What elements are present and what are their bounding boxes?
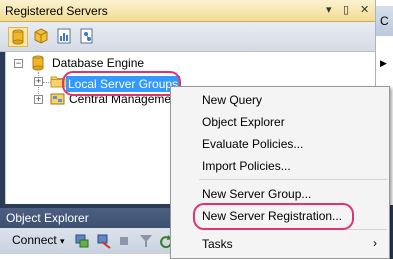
menu-item-object-explorer[interactable]: Object Explorer (202, 115, 285, 129)
local-server-groups-highlight (62, 71, 181, 96)
object-explorer-title: Object Explorer (6, 211, 89, 225)
cube-icon (34, 28, 48, 44)
report-icon (57, 28, 71, 44)
right-pane-arrow-icon[interactable]: ▶ (380, 58, 387, 69)
analysis-services-button[interactable] (32, 27, 52, 47)
menu-item-evaluate-policies[interactable]: Evaluate Policies... (202, 137, 303, 151)
menu-item-import-policies[interactable]: Import Policies... (202, 159, 291, 173)
connect-button[interactable]: Connect ▾ (12, 233, 65, 247)
object-explorer-titlebar: Object Explorer (0, 208, 195, 228)
menu-item-new-server-group[interactable]: New Server Group... (202, 187, 311, 201)
right-pane-label: C (380, 14, 389, 28)
chevron-down-icon: ▾ (60, 236, 65, 246)
filter-icon[interactable] (138, 233, 154, 249)
object-explorer-tree (0, 254, 195, 259)
registered-servers-title: Registered Servers (5, 4, 108, 18)
reporting-services-button[interactable] (55, 27, 75, 47)
close-pane-button[interactable]: ✕ (360, 3, 369, 17)
menu-separator (199, 179, 387, 180)
stop-icon[interactable] (118, 235, 130, 247)
tree-root-label[interactable]: Database Engine (52, 56, 144, 70)
integration-services-button[interactable] (78, 27, 98, 47)
registered-servers-toolbar (0, 22, 375, 52)
connect-object-explorer-icon[interactable] (74, 233, 90, 249)
object-explorer-toolbar: Connect ▾ (0, 228, 195, 254)
tree-root-expander[interactable]: − (14, 59, 23, 68)
central-management-icon (50, 93, 65, 105)
connect-label: Connect (12, 233, 57, 247)
menu-item-new-query[interactable]: New Query (202, 93, 262, 107)
disconnect-icon[interactable] (96, 233, 112, 249)
menu-item-tasks[interactable]: Tasks (202, 237, 233, 251)
registered-servers-titlebar: Registered Servers ▾ ▯ ✕ (0, 0, 375, 22)
database-engine-icon (12, 29, 24, 45)
new-server-registration-highlight (193, 203, 354, 230)
right-pane-header: C (376, 6, 393, 36)
auto-hide-pin-button[interactable]: ▯ (343, 3, 349, 17)
database-engine-icon (32, 55, 44, 71)
integration-icon (80, 28, 93, 44)
database-engine-button[interactable] (8, 27, 28, 47)
local-server-groups-expander[interactable]: + (34, 77, 43, 86)
central-management-expander[interactable]: + (34, 95, 43, 104)
submenu-arrow-icon: › (373, 236, 377, 250)
context-menu: New Query Object Explorer Evaluate Polic… (170, 86, 390, 259)
window-position-button[interactable]: ▾ (326, 3, 332, 17)
